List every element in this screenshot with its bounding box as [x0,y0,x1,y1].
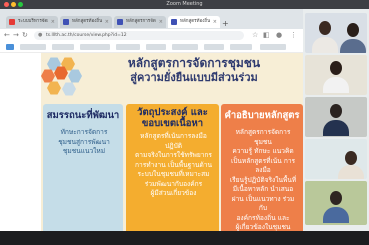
participant-video-tile[interactable] [305,181,367,225]
bookmark-apps-icon[interactable] [6,44,14,50]
card-body: ทักษะการจัดการ ชุมชนสู่การพัฒนา ชุมชนแนว… [58,128,110,155]
bookmark-star-icon[interactable]: ☆ [252,29,258,42]
page-icon [63,19,69,25]
hexagon-decoration [41,69,55,83]
bookmark-item[interactable] [204,44,224,50]
close-tab-icon[interactable]: × [105,16,109,28]
participant-body [323,207,349,223]
page-icon [9,19,15,25]
back-button[interactable]: ← [4,29,10,42]
browser-tab-1[interactable]: ระบบบริหารจัดการ × [6,16,58,28]
window-titlebar: Zoom Meeting [0,0,369,9]
url-text: ts.lllth.ac.th/course/view.php?id=12 [46,33,127,38]
bookmark-item[interactable] [146,44,166,50]
participant-video-tile[interactable] [305,13,367,53]
close-tab-icon[interactable]: × [51,16,55,28]
participant-video-tile[interactable] [305,55,367,95]
window-title: Zoom Meeting [166,1,203,7]
card-body: หลักสูตรที่เน้นการลงมือปฏิบัติ ตามจริงใน… [135,132,212,197]
lock-icon: ● [38,32,43,38]
card-heading: วัตถุประสงค์ และ ขอบเขตเนื้อหา [137,107,208,129]
bookmark-item[interactable] [52,44,74,50]
address-bar-row: ← → ↻ ● ts.lllth.ac.th/course/view.php?i… [0,29,303,43]
tab-label: หลักสูตรท้องถิ่น [180,19,210,24]
participant-body [323,120,349,136]
participant-head [330,191,342,205]
close-tab-icon[interactable]: × [213,16,217,28]
slide-subtitle: สู่ความยั่งยืนแบบมีส่วนร่วม [130,71,258,84]
participant-body [323,77,349,93]
bookmarks-bar [0,42,303,53]
menu-icon[interactable]: ⋮ [290,29,297,42]
hexagon-decoration [47,81,61,95]
participant-head [330,61,342,75]
bookmark-item[interactable] [260,44,286,50]
participant-head [347,23,359,37]
tab-label: หลักสูตรท้องถิ่น [72,19,102,24]
reload-button[interactable]: ↻ [22,29,28,42]
page-icon [171,19,177,25]
description-card: คำอธิบายหลักสูตร หลักสูตรการจัดการชุมชน … [221,104,303,231]
bookmark-item[interactable] [172,44,198,50]
card-body: หลักสูตรการจัดการชุมชน ความรู้ ทักษะ แนว… [229,128,297,231]
participant-head [345,151,357,165]
browser-tab-2[interactable]: หลักสูตรท้องถิ่น × [60,16,112,28]
slide-title: หลักสูตรการจัดการชุมชน [127,56,261,70]
tab-label: ระบบบริหารจัดการ [18,19,48,24]
extensions-icon[interactable]: ◧ [263,29,270,42]
meeting-controls-bar [0,231,369,245]
participant-video-tile[interactable] [305,139,367,179]
url-bar[interactable]: ● ts.lllth.ac.th/course/view.php?id=12 [34,31,244,40]
tab-label: หลักสูตรการจัดการชุมชน [126,19,156,24]
competency-card: สมรรถนะที่พัฒนา ทักษะการจัดการ ชุมชนสู่ก… [43,104,123,231]
card-heading: คำอธิบายหลักสูตร [224,110,300,121]
participant-body [340,39,366,53]
browser-tab-bar: ระบบบริหารจัดการ × หลักสูตรท้องถิ่น × หล… [0,9,303,29]
bookmark-item[interactable] [20,44,46,50]
participant-head [319,21,331,35]
bookmark-item[interactable] [116,44,140,50]
card-heading: สมรรถนะที่พัฒนา [46,110,120,121]
participant-video-tile[interactable] [305,97,367,137]
forward-button[interactable]: → [13,29,19,42]
page-icon [117,19,123,25]
close-tab-icon[interactable]: × [159,16,163,28]
participant-panel [303,9,369,231]
browser-tab-4-active[interactable]: หลักสูตรท้องถิ่น × [168,16,220,28]
participant-head [330,104,342,118]
hexagon-decoration [68,69,82,83]
shared-slide: หลักสูตรการจัดการชุมชน สู่ความยั่งยืนแบบ… [41,53,303,231]
objectives-card: วัตถุประสงค์ และ ขอบเขตเนื้อหา หลักสูตรท… [126,104,219,231]
hexagon-decoration [62,82,76,96]
browser-tab-3[interactable]: หลักสูตรการจัดการชุมชน × [114,16,166,28]
profile-icon[interactable]: ● [276,29,282,42]
participant-body [312,37,338,53]
bookmark-item[interactable] [230,44,252,50]
participant-body [338,165,364,179]
bookmark-item[interactable] [80,44,110,50]
